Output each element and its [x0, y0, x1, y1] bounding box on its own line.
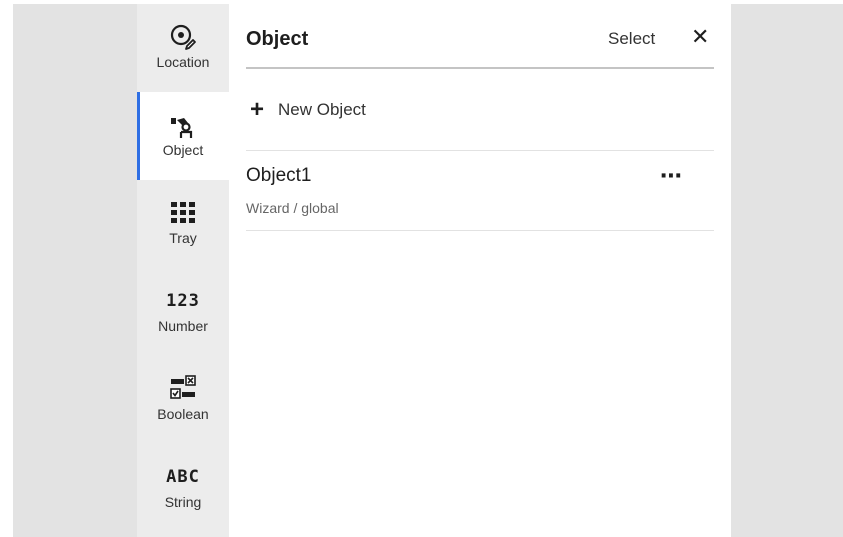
- string-icon: ABC: [166, 467, 200, 487]
- robot-arm-icon: [168, 112, 198, 138]
- sidebar-item-string[interactable]: ABC String: [137, 444, 229, 532]
- panel-title: Object: [246, 28, 309, 50]
- variable-type-sidebar: Location Object Tray 123 Number Boolean …: [137, 4, 229, 537]
- new-object-button[interactable]: + New Object: [250, 98, 366, 122]
- sidebar-item-tray[interactable]: Tray: [137, 180, 229, 268]
- sidebar-item-label: Object: [162, 142, 204, 158]
- close-icon[interactable]: ✕: [691, 24, 709, 50]
- object-name: Object1: [246, 165, 312, 186]
- sidebar-item-label: Tray: [169, 230, 197, 246]
- sidebar-item-label: Location: [156, 54, 210, 70]
- outer-background-right: [731, 4, 843, 537]
- select-button[interactable]: Select: [608, 29, 655, 49]
- grid-icon: [168, 200, 198, 226]
- location-pin-icon: [168, 24, 198, 50]
- header-divider: [246, 67, 714, 69]
- more-options-icon[interactable]: ⋯: [660, 163, 684, 189]
- number-icon: 123: [166, 291, 200, 311]
- list-item[interactable]: Object1 Wizard / global ⋯: [246, 151, 714, 230]
- sidebar-item-boolean[interactable]: Boolean: [137, 356, 229, 444]
- outer-background-left: [13, 4, 137, 537]
- object-panel: Object Select ✕ + New Object Object1 Wiz…: [229, 4, 731, 537]
- sidebar-item-location[interactable]: Location: [137, 4, 229, 92]
- sidebar-item-label: Boolean: [157, 406, 209, 422]
- new-object-label: New Object: [278, 100, 366, 119]
- list-divider: [246, 230, 714, 231]
- boolean-toggle-icon: [168, 375, 198, 402]
- object-scope: Wizard / global: [246, 200, 339, 216]
- sidebar-item-number[interactable]: 123 Number: [137, 268, 229, 356]
- sidebar-item-label: Number: [158, 318, 208, 334]
- sidebar-item-object[interactable]: Object: [137, 92, 229, 180]
- plus-icon: +: [250, 96, 265, 123]
- sidebar-item-label: String: [164, 494, 202, 510]
